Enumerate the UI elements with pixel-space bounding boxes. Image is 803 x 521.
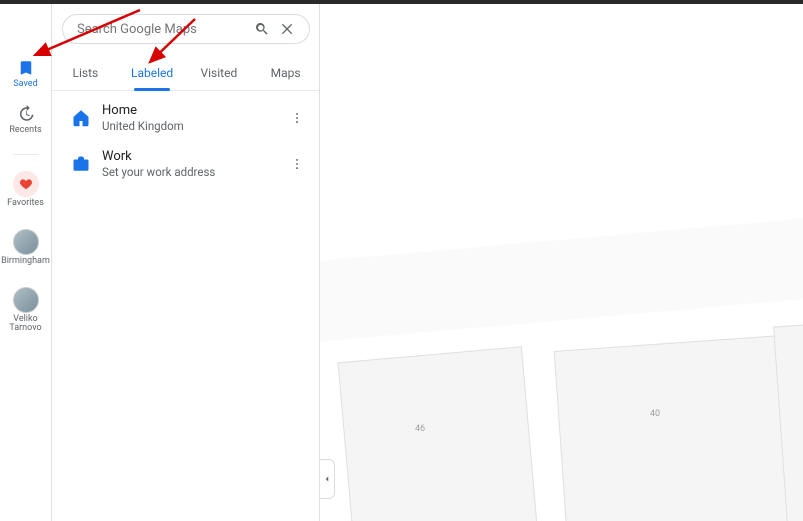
entry-home-more[interactable] (287, 111, 307, 125)
briefcase-icon (66, 155, 96, 173)
search-box[interactable] (62, 14, 310, 44)
rail-saved[interactable]: Saved (0, 54, 51, 96)
search-icon (254, 21, 270, 37)
entry-home-text: Home United Kingdom (102, 103, 287, 133)
city-thumb-icon (13, 229, 39, 255)
rail-favorites-label: Favorites (7, 199, 44, 209)
entry-work-text: Work Set your work address (102, 149, 287, 179)
tab-visited-label: Visited (201, 66, 238, 80)
bookmark-icon (16, 58, 36, 78)
tab-lists[interactable]: Lists (52, 56, 119, 90)
map-canvas[interactable]: 46 40 (320, 4, 803, 521)
search-input[interactable] (77, 22, 249, 37)
rail-city2-label: Veliko Tarnovo (0, 315, 51, 335)
rail-recents-label: Recents (9, 126, 41, 136)
rail-city-veliko-tarnovo[interactable]: Veliko Tarnovo (0, 277, 51, 341)
map-building (338, 346, 538, 521)
entry-work[interactable]: Work Set your work address (52, 141, 319, 187)
city-thumb-icon (13, 287, 39, 313)
collapse-panel-button[interactable] (320, 459, 335, 499)
rail-city-birmingham[interactable]: Birmingham (0, 219, 51, 273)
home-icon (66, 109, 96, 127)
entry-work-sub: Set your work address (102, 165, 287, 179)
side-panel: Lists Labeled Visited Maps Home United K… (52, 4, 320, 521)
more-vert-icon (290, 111, 304, 125)
map-label-46: 46 (415, 424, 425, 434)
labeled-list: Home United Kingdom Work Set your work a… (52, 91, 319, 191)
search-wrap (62, 14, 310, 44)
entry-home-title: Home (102, 103, 287, 118)
history-icon (16, 104, 36, 124)
tab-labeled-label: Labeled (131, 66, 173, 80)
clear-search-button[interactable] (275, 16, 301, 42)
map-road (320, 216, 803, 345)
rail-city1-label: Birmingham (1, 257, 50, 267)
rail-favorites[interactable]: Favorites (0, 167, 51, 215)
rail-recents[interactable]: Recents (0, 100, 51, 142)
tab-maps-label: Maps (271, 66, 301, 80)
map-label-40: 40 (650, 409, 660, 419)
tab-lists-label: Lists (73, 66, 99, 80)
map-building (554, 334, 803, 521)
rail-divider (13, 154, 39, 155)
entry-home-sub: United Kingdom (102, 119, 287, 133)
panel-tabs: Lists Labeled Visited Maps (52, 56, 319, 91)
chevron-left-icon (322, 474, 332, 484)
tab-maps[interactable]: Maps (252, 56, 319, 90)
tab-visited[interactable]: Visited (186, 56, 253, 90)
close-icon (280, 21, 296, 37)
rail-saved-label: Saved (13, 80, 37, 90)
entry-work-title: Work (102, 149, 287, 164)
more-vert-icon (290, 157, 304, 171)
heart-icon (13, 171, 39, 197)
left-rail: Saved Recents Favorites Birmingham Velik… (0, 4, 51, 521)
search-button[interactable] (249, 16, 275, 42)
tab-labeled[interactable]: Labeled (119, 56, 186, 90)
entry-home[interactable]: Home United Kingdom (52, 95, 319, 141)
entry-work-more[interactable] (287, 157, 307, 171)
